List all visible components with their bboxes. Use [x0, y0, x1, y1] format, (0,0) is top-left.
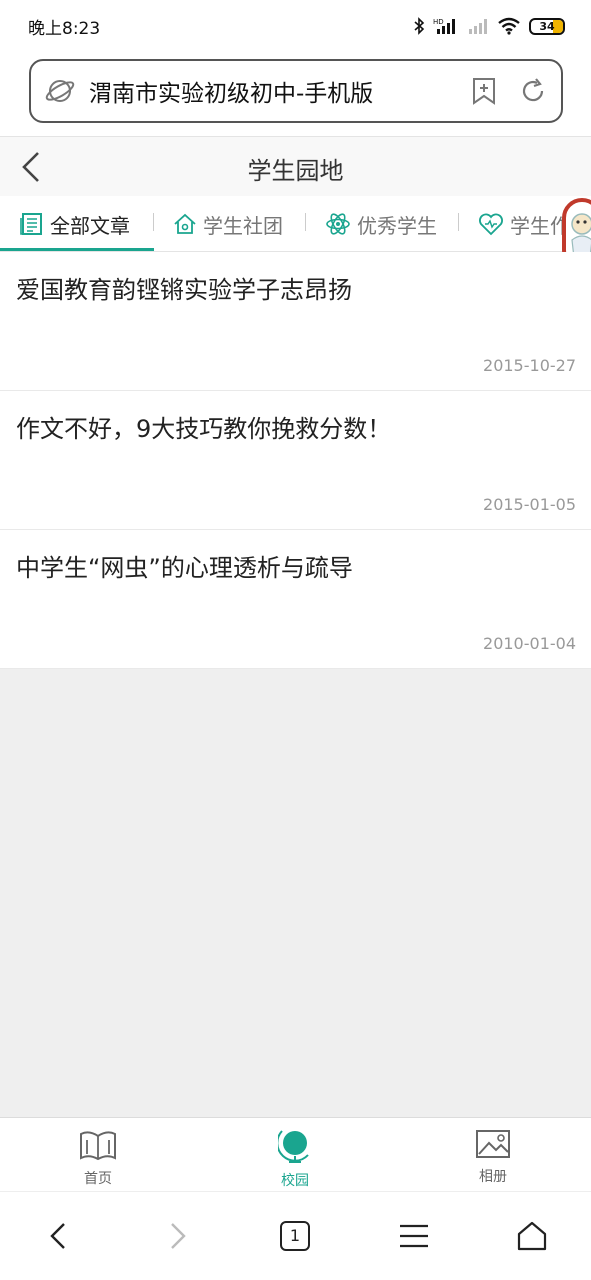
add-bookmark-icon[interactable]	[471, 77, 497, 105]
page-title: 学生园地	[247, 157, 344, 185]
page-header: 学生园地	[0, 136, 591, 196]
article-item[interactable]: 爱国教育韵铿锵实验学子志昂扬 2015-10-27	[0, 252, 591, 391]
atom-icon	[326, 213, 350, 235]
browser-menu-button[interactable]	[392, 1214, 436, 1258]
article-date: 2015-01-05	[483, 495, 576, 514]
nav-home[interactable]: 首页	[58, 1128, 138, 1188]
book-icon	[80, 1131, 116, 1161]
globe-icon	[276, 1130, 309, 1163]
browser-back-button[interactable]	[36, 1214, 80, 1258]
nav-label: 相册	[479, 1169, 507, 1185]
tab-student-works[interactable]: 学生作	[478, 196, 570, 251]
wifi-icon	[498, 17, 520, 35]
house-icon	[174, 213, 196, 234]
status-time: 晚上8:23	[28, 18, 101, 39]
site-bottom-nav: 首页 校园 相册	[0, 1117, 591, 1191]
battery-indicator: 34	[529, 17, 565, 35]
image-icon	[476, 1130, 510, 1158]
address-text[interactable]: 渭南市实验初级初中-手机版	[89, 74, 471, 108]
browser-tabs-button[interactable]: 1	[273, 1214, 317, 1258]
svg-text:HD: HD	[433, 18, 444, 26]
article-date: 2010-01-04	[483, 634, 576, 653]
bluetooth-icon	[414, 17, 425, 35]
nav-label: 校园	[281, 1173, 309, 1189]
status-bar: 晚上8:23 HD 34	[0, 0, 591, 52]
browser-forward-button[interactable]	[156, 1214, 200, 1258]
menu-icon	[400, 1224, 428, 1248]
article-title[interactable]: 作文不好，9大技巧教你挽救分数！	[16, 409, 391, 444]
tab-all-articles[interactable]: 全部文章	[20, 196, 130, 251]
address-bar[interactable]: 渭南市实验初级初中-手机版	[29, 59, 563, 123]
category-tabs: 全部文章 学生社团 优秀学生 学生作	[0, 196, 591, 252]
home-icon	[517, 1221, 547, 1251]
tab-label: 全部文章	[50, 213, 130, 238]
signal-hd-icon: HD	[433, 18, 455, 34]
tab-divider	[305, 213, 306, 231]
browser-home-button[interactable]	[510, 1214, 554, 1258]
tab-label: 优秀学生	[357, 213, 437, 238]
signal-empty-icon	[469, 19, 487, 34]
article-title[interactable]: 中学生“网虫”的心理透析与疏导	[16, 548, 353, 583]
browser-address-area: 渭南市实验初级初中-手机版	[0, 52, 591, 136]
browser-toolbar: 1	[0, 1191, 591, 1280]
status-icons: HD 34	[413, 17, 565, 35]
heart-icon	[479, 213, 503, 236]
article-item[interactable]: 作文不好，9大技巧教你挽救分数！ 2015-01-05	[0, 391, 591, 530]
planet-icon	[45, 80, 75, 102]
tab-excellent-students[interactable]: 优秀学生	[325, 196, 437, 251]
tab-label: 学生社团	[203, 213, 283, 238]
tab-label: 学生作	[510, 213, 570, 238]
arrow-left-icon	[50, 1223, 65, 1249]
tab-count: 1	[280, 1221, 310, 1251]
nav-campus[interactable]: 校园	[255, 1128, 335, 1190]
nav-label: 首页	[84, 1171, 112, 1187]
article-title[interactable]: 爱国教育韵铿锵实验学子志昂扬	[16, 270, 352, 305]
tab-student-clubs[interactable]: 学生社团	[173, 196, 283, 251]
refresh-icon[interactable]	[519, 77, 547, 105]
active-tab-indicator	[0, 248, 154, 251]
tab-divider	[153, 213, 154, 231]
article-item[interactable]: 中学生“网虫”的心理透析与疏导 2010-01-04	[0, 530, 591, 669]
article-date: 2015-10-27	[483, 356, 576, 375]
newspaper-icon	[20, 213, 42, 235]
battery-level: 34	[539, 19, 555, 33]
tab-divider	[458, 213, 459, 231]
article-list: 爱国教育韵铿锵实验学子志昂扬 2015-10-27 作文不好，9大技巧教你挽救分…	[0, 252, 591, 669]
arrow-right-icon	[171, 1223, 186, 1249]
nav-album[interactable]: 相册	[453, 1128, 533, 1186]
